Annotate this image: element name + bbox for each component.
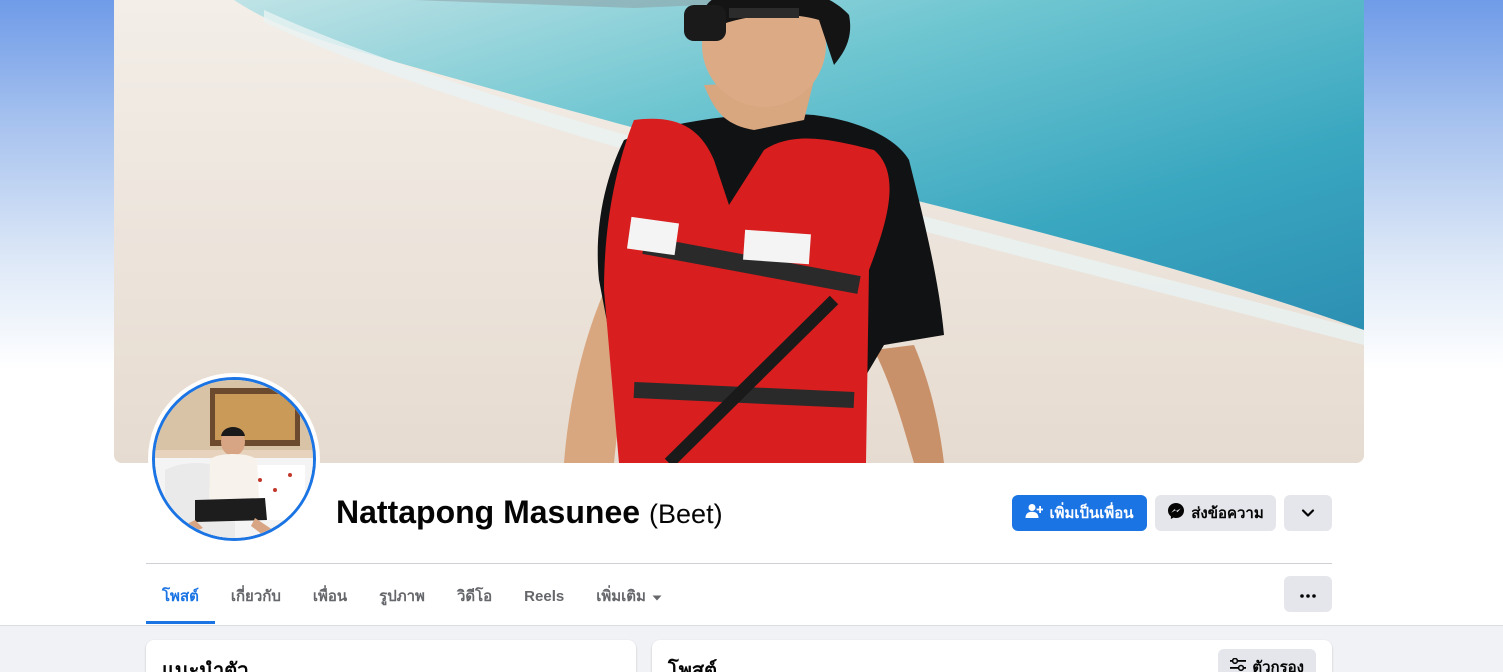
profile-alternate-name: (Beet) <box>649 499 723 529</box>
chevron-down-icon <box>1301 505 1315 522</box>
filter-label: ตัวกรอง <box>1252 659 1304 672</box>
cover-photo-image <box>114 0 1364 463</box>
posts-card-title: โพสต์ <box>668 660 718 672</box>
profile-options-button[interactable] <box>1284 576 1332 612</box>
add-friend-button[interactable]: เพิ่มเป็นเพื่อน <box>1012 495 1147 531</box>
tab-about[interactable]: เกี่ยวกับ <box>215 568 297 624</box>
add-person-icon <box>1025 503 1045 523</box>
sliders-icon <box>1230 657 1247 672</box>
header-divider <box>146 563 1332 564</box>
message-label: ส่งข้อความ <box>1191 505 1264 522</box>
profile-picture[interactable] <box>148 373 320 545</box>
cover-photo[interactable] <box>114 0 1364 463</box>
message-button[interactable]: ส่งข้อความ <box>1155 495 1276 531</box>
add-friend-label: เพิ่มเป็นเพื่อน <box>1049 505 1134 522</box>
intro-card: แนะนำตัว <box>146 640 636 672</box>
caret-down-icon <box>652 588 662 605</box>
tab-label: วิดีโอ <box>456 588 493 605</box>
avatar <box>152 377 316 541</box>
tab-label: Reels <box>524 587 565 605</box>
intro-card-title: แนะนำตัว <box>162 660 249 672</box>
tab-reels[interactable]: Reels <box>508 568 580 624</box>
tab-photos[interactable]: รูปภาพ <box>363 568 441 624</box>
posts-card: โพสต์ ตัวกรอง <box>652 640 1332 672</box>
filter-button[interactable]: ตัวกรอง <box>1218 649 1316 672</box>
tab-friends[interactable]: เพื่อน <box>297 568 363 624</box>
avatar-image <box>155 380 313 538</box>
tab-label: เพื่อน <box>312 588 348 605</box>
more-actions-button[interactable] <box>1284 495 1332 531</box>
tab-label: รูปภาพ <box>379 588 425 605</box>
profile-name: Nattapong Masunee <box>336 494 641 530</box>
ellipsis-icon <box>1300 585 1316 603</box>
tab-label: เพิ่มเติม <box>596 588 646 605</box>
tab-label: เกี่ยวกับ <box>230 588 281 605</box>
tab-videos[interactable]: วิดีโอ <box>441 568 508 624</box>
tab-label: โพสต์ <box>162 588 199 605</box>
messenger-icon <box>1167 502 1185 524</box>
profile-tabs: โพสต์ เกี่ยวกับ เพื่อน รูปภาพ วิดีโอ Ree… <box>146 568 678 624</box>
tab-posts[interactable]: โพสต์ <box>146 568 215 624</box>
profile-name-line: Nattapong Masunee (Beet) <box>336 494 723 531</box>
tab-more[interactable]: เพิ่มเติม <box>580 568 678 624</box>
